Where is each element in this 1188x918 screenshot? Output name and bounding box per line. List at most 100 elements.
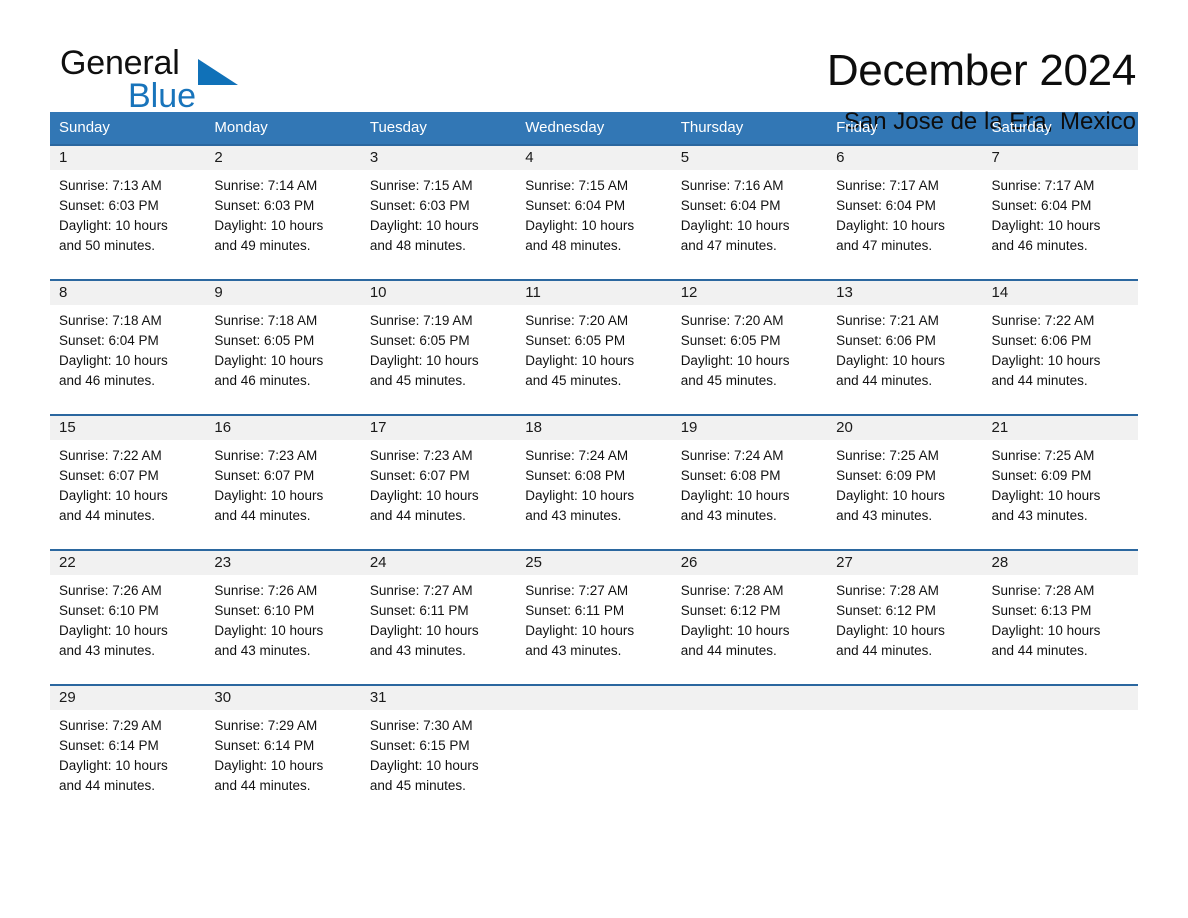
daylight-text-line2: and 43 minutes. [214,643,311,658]
day-cell[interactable]: 1 Sunrise: 7:13 AM Sunset: 6:03 PM Daylight… [50,146,206,279]
daylight-text-line2: and 44 minutes. [59,778,156,793]
day-details: Sunrise: 7:15 AM Sunset: 6:04 PM Daylight:… [516,170,671,256]
day-cell[interactable]: 25 Sunrise: 7:27 AM Sunset: 6:11 PM Dayligh… [516,551,672,684]
day-cell[interactable]: 20 Sunrise: 7:25 AM Sunset: 6:09 PM Dayligh… [827,416,983,549]
sunset-text: Sunset: 6:05 PM [680,333,781,348]
day-cell[interactable]: 19 Sunrise: 7:24 AM Sunset: 6:08 PM Dayligh… [671,416,828,549]
day-cell[interactable]: 21 Sunrise: 7:25 AM Sunset: 6:09 PM Dayligh… [982,416,1138,549]
daylight-text-line1: Daylight: 10 hours [369,758,479,773]
sunrise-text: Sunrise: 7:27 AM [369,583,473,598]
sunrise-text: Sunrise: 7:25 AM [836,448,939,463]
sunset-text: Sunset: 6:05 PM [369,333,470,348]
day-cell[interactable]: 22 Sunrise: 7:26 AM Sunset: 6:10 PM Dayligh… [50,551,206,684]
sunrise-text: Sunrise: 7:20 AM [525,313,629,328]
day-cell[interactable]: 2 Sunrise: 7:14 AM Sunset: 6:03 PM Daylight… [205,146,361,279]
daylight-text-line2: and 44 minutes. [991,643,1088,658]
day-cell[interactable]: 23 Sunrise: 7:26 AM Sunset: 6:10 PM Dayligh… [205,551,361,684]
day-details: Sunrise: 7:29 AM Sunset: 6:14 PM Daylight:… [205,710,360,796]
sunset-text: Sunset: 6:14 PM [59,738,159,753]
day-cell[interactable]: 10 Sunrise: 7:19 AM Sunset: 6:05 PM Dayligh… [360,281,517,414]
sunset-text: Sunset: 6:04 PM [680,198,781,213]
day-number: 10 [360,281,517,305]
day-details: Sunrise: 7:30 AM Sunset: 6:15 PM Daylight:… [361,710,516,796]
day-number: 9 [205,281,361,305]
day-cell[interactable]: 27 Sunrise: 7:28 AM Sunset: 6:12 PM Dayligh… [827,551,983,684]
day-cell[interactable]: 13 Sunrise: 7:21 AM Sunset: 6:06 PM Dayligh… [827,281,983,414]
day-number: 14 [982,281,1138,305]
day-details: Sunrise: 7:27 AM Sunset: 6:11 PM Daylight:… [516,575,671,661]
day-details: Sunrise: 7:22 AM Sunset: 6:06 PM Daylight:… [983,305,1138,391]
calendar-page: General Blue December 2024 San Jose de l… [0,0,1188,918]
day-cell[interactable]: 14 Sunrise: 7:22 AM Sunset: 6:06 PM Dayligh… [982,281,1138,414]
day-cell[interactable]: 11 Sunrise: 7:20 AM Sunset: 6:05 PM Dayligh… [516,281,672,414]
sunrise-text: Sunrise: 7:29 AM [59,718,162,733]
sunrise-text: Sunrise: 7:26 AM [59,583,162,598]
day-cell[interactable]: 5 Sunrise: 7:16 AM Sunset: 6:04 PM Daylight… [671,146,828,279]
day-cell[interactable]: 30 Sunrise: 7:29 AM Sunset: 6:14 PM Dayligh… [205,686,361,804]
sunrise-text: Sunrise: 7:25 AM [991,448,1095,463]
page-header: General Blue December 2024 San Jose de l… [50,0,1138,135]
day-details: Sunrise: 7:25 AM Sunset: 6:09 PM Daylight:… [827,440,982,526]
day-number: 17 [360,416,517,440]
day-cell[interactable]: 29 Sunrise: 7:29 AM Sunset: 6:14 PM Dayligh… [50,686,206,804]
sunrise-text: Sunrise: 7:23 AM [369,448,473,463]
day-details: Sunrise: 7:28 AM Sunset: 6:12 PM Daylight:… [827,575,982,661]
sunrise-text: Sunrise: 7:17 AM [991,178,1095,193]
day-details: Sunrise: 7:18 AM Sunset: 6:05 PM Daylight:… [205,305,360,391]
day-cell[interactable]: 6 Sunrise: 7:17 AM Sunset: 6:04 PM Daylight… [827,146,983,279]
daylight-text-line2: and 45 minutes. [369,373,466,388]
weekday-header-wednesday: Wednesday [525,119,605,136]
daylight-text-line1: Daylight: 10 hours [214,623,324,638]
day-cell[interactable]: 12 Sunrise: 7:20 AM Sunset: 6:05 PM Dayligh… [671,281,828,414]
day-cell[interactable]: 4 Sunrise: 7:15 AM Sunset: 6:04 PM Daylight… [516,146,672,279]
sunset-text: Sunset: 6:11 PM [369,603,469,618]
daylight-text-line1: Daylight: 10 hours [59,623,168,638]
page-title: December 2024 [826,46,1136,95]
day-cell[interactable]: 26 Sunrise: 7:28 AM Sunset: 6:12 PM Dayligh… [671,551,828,684]
sunrise-text: Sunrise: 7:23 AM [214,448,318,463]
day-cell[interactable]: 3 Sunrise: 7:15 AM Sunset: 6:03 PM Daylight… [360,146,517,279]
day-cell[interactable]: 16 Sunrise: 7:23 AM Sunset: 6:07 PM Dayligh… [205,416,361,549]
day-cell[interactable]: 18 Sunrise: 7:24 AM Sunset: 6:08 PM Dayligh… [516,416,672,549]
day-cell[interactable]: 24 Sunrise: 7:27 AM Sunset: 6:11 PM Dayligh… [360,551,517,684]
daylight-text-line2: and 43 minutes. [369,643,466,658]
day-cell[interactable]: 8 Sunrise: 7:18 AM Sunset: 6:04 PM Daylight… [50,281,206,414]
sunrise-text: Sunrise: 7:24 AM [680,448,784,463]
sunrise-text: Sunrise: 7:18 AM [59,313,162,328]
weekday-header-thursday: Thursday [680,119,744,136]
day-details: Sunrise: 7:15 AM Sunset: 6:03 PM Daylight:… [361,170,516,256]
daylight-text-line2: and 46 minutes. [991,238,1088,253]
day-details: Sunrise: 7:21 AM Sunset: 6:06 PM Daylight:… [827,305,982,391]
day-details: Sunrise: 7:20 AM Sunset: 6:05 PM Daylight:… [516,305,671,391]
day-details: Sunrise: 7:24 AM Sunset: 6:08 PM Daylight:… [672,440,827,526]
sunrise-text: Sunrise: 7:15 AM [525,178,629,193]
week-row: 15 Sunrise: 7:22 AM Sunset: 6:07 PM Dayligh… [50,414,1138,549]
sunrise-text: Sunrise: 7:14 AM [214,178,318,193]
week-row: 29 Sunrise: 7:29 AM Sunset: 6:14 PM Dayligh… [50,684,1138,804]
daylight-text-line1: Daylight: 10 hours [369,623,479,638]
daylight-text-line1: Daylight: 10 hours [59,758,168,773]
sunrise-text: Sunrise: 7:21 AM [836,313,939,328]
daylight-text-line1: Daylight: 10 hours [991,353,1101,368]
sunset-text: Sunset: 6:08 PM [525,468,626,483]
day-number: 28 [982,551,1138,575]
day-cell[interactable]: 28 Sunrise: 7:28 AM Sunset: 6:13 PM Dayligh… [982,551,1138,684]
day-cell[interactable]: 31 Sunrise: 7:30 AM Sunset: 6:15 PM Dayligh… [360,686,517,804]
day-number: 16 [205,416,361,440]
day-details: Sunrise: 7:14 AM Sunset: 6:03 PM Daylight:… [205,170,360,256]
day-details: Sunrise: 7:29 AM Sunset: 6:14 PM Daylight:… [50,710,205,796]
logo-text-blue: Blue [128,77,197,115]
week-row: 8 Sunrise: 7:18 AM Sunset: 6:04 PM Daylight… [50,279,1138,414]
day-cell[interactable]: 9 Sunrise: 7:18 AM Sunset: 6:05 PM Daylight… [205,281,361,414]
daylight-text-line1: Daylight: 10 hours [214,218,324,233]
sunrise-text: Sunrise: 7:22 AM [59,448,162,463]
day-number: 12 [671,281,828,305]
daylight-text-line1: Daylight: 10 hours [369,218,479,233]
daylight-text-line1: Daylight: 10 hours [214,353,324,368]
day-cell[interactable]: 7 Sunrise: 7:17 AM Sunset: 6:04 PM Daylight… [982,146,1138,279]
day-number: 27 [827,551,983,575]
day-cell[interactable]: 15 Sunrise: 7:22 AM Sunset: 6:07 PM Dayligh… [50,416,206,549]
daylight-text-line2: and 43 minutes. [525,643,622,658]
sunset-text: Sunset: 6:05 PM [214,333,315,348]
day-cell[interactable]: 17 Sunrise: 7:23 AM Sunset: 6:07 PM Dayligh… [360,416,517,549]
